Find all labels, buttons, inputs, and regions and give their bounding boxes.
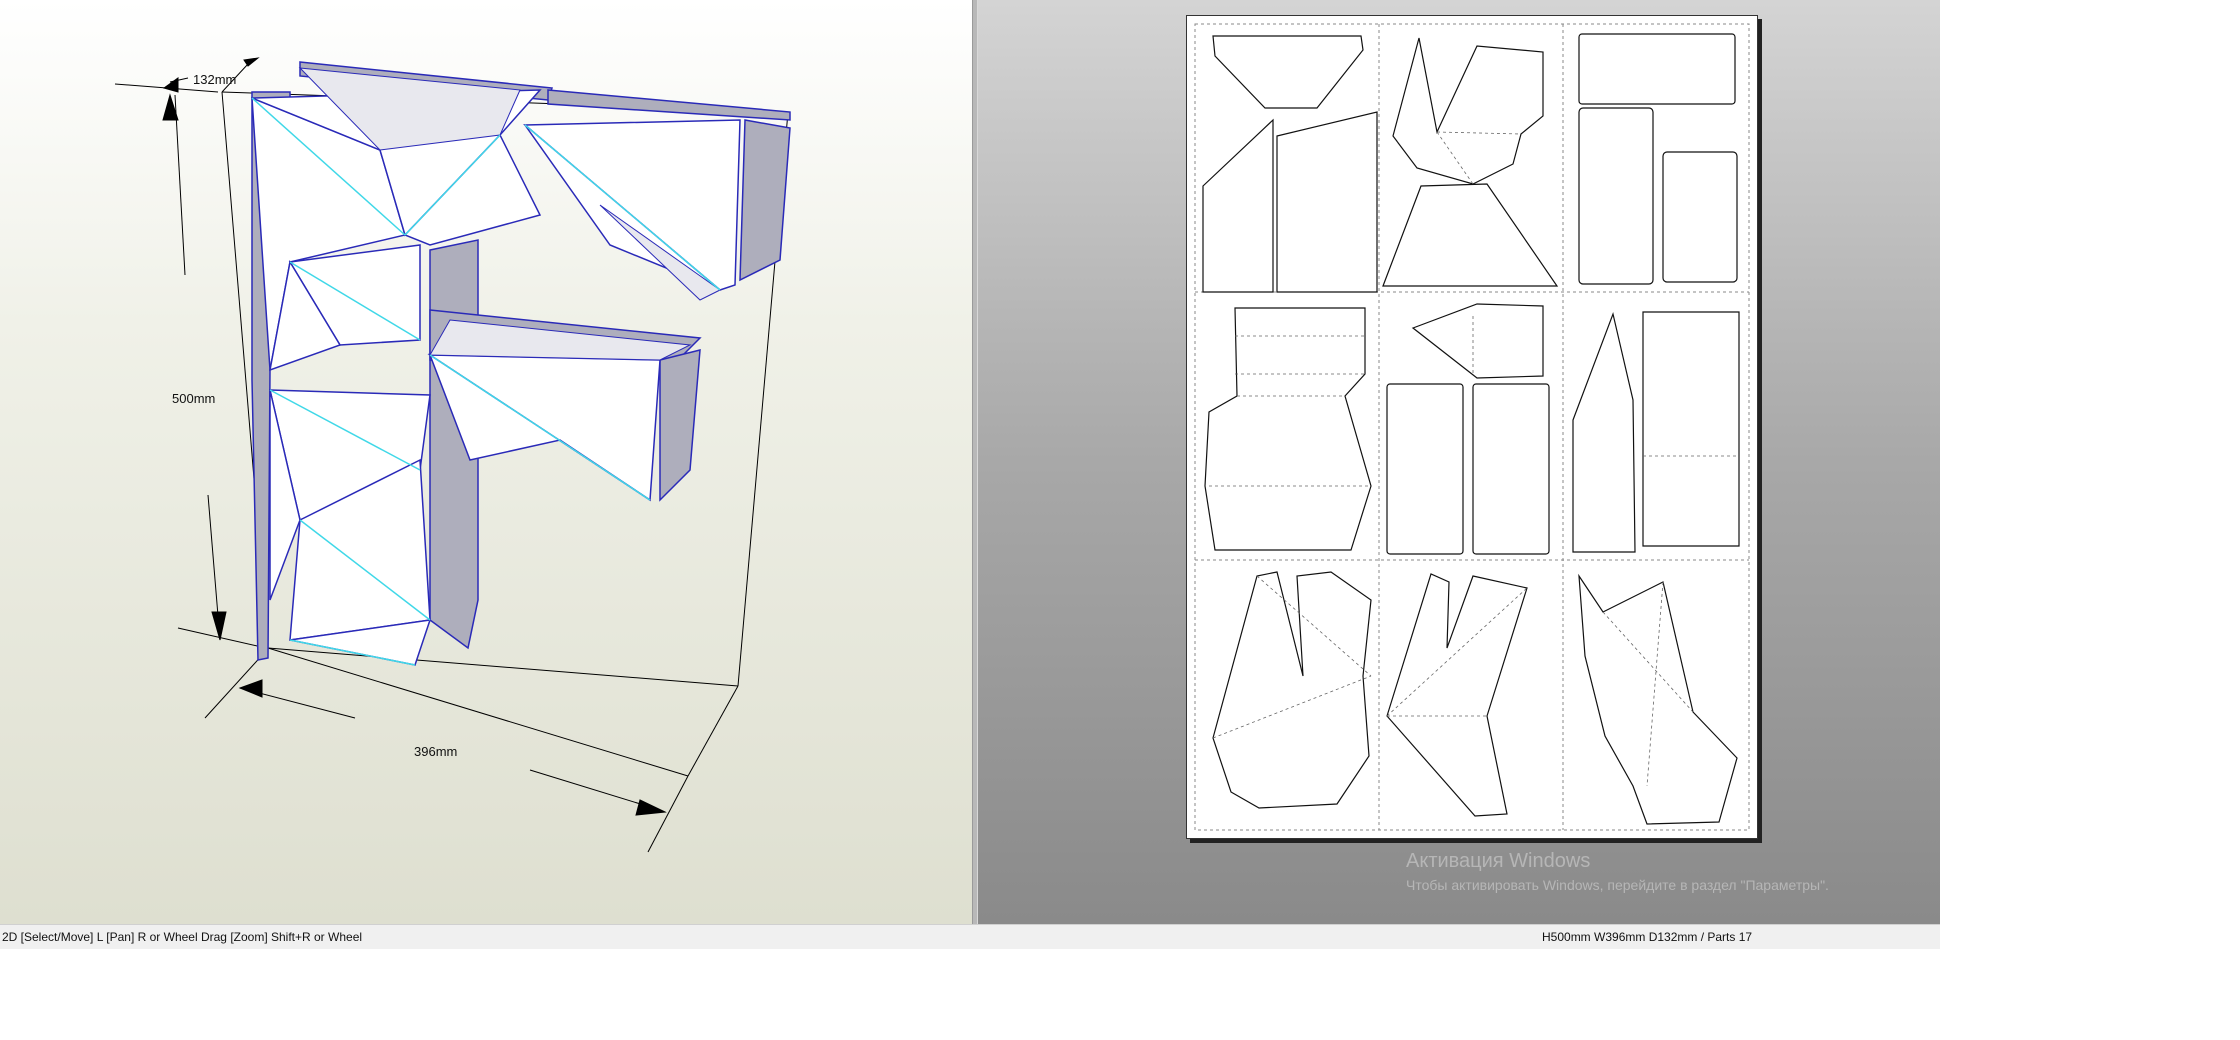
unfolded-parts-canvas[interactable] xyxy=(1187,16,1757,838)
status-hint-text: 2D [Select/Move] L [Pan] R or Wheel Drag… xyxy=(2,930,363,944)
status-model-info: H500mm W396mm D132mm / Parts 17 xyxy=(1542,930,1753,944)
windows-activation-title: Активация Windows xyxy=(1406,850,1591,872)
unfolded-parts xyxy=(1202,33,1740,825)
windows-activation-subtitle: Чтобы активировать Windows, перейдите в … xyxy=(1406,877,1829,893)
pattern-sheet[interactable] xyxy=(1186,15,1758,839)
dimension-width-label: 396mm xyxy=(414,744,458,759)
status-bar: 2D [Select/Move] L [Pan] R or Wheel Drag… xyxy=(0,924,1940,949)
model-3d-canvas[interactable] xyxy=(0,0,972,924)
dimension-height-label: 500mm xyxy=(172,391,216,406)
dimension-depth-label: 132mm xyxy=(193,72,237,87)
viewport-3d[interactable]: 132mm 500mm 396mm xyxy=(0,0,972,924)
